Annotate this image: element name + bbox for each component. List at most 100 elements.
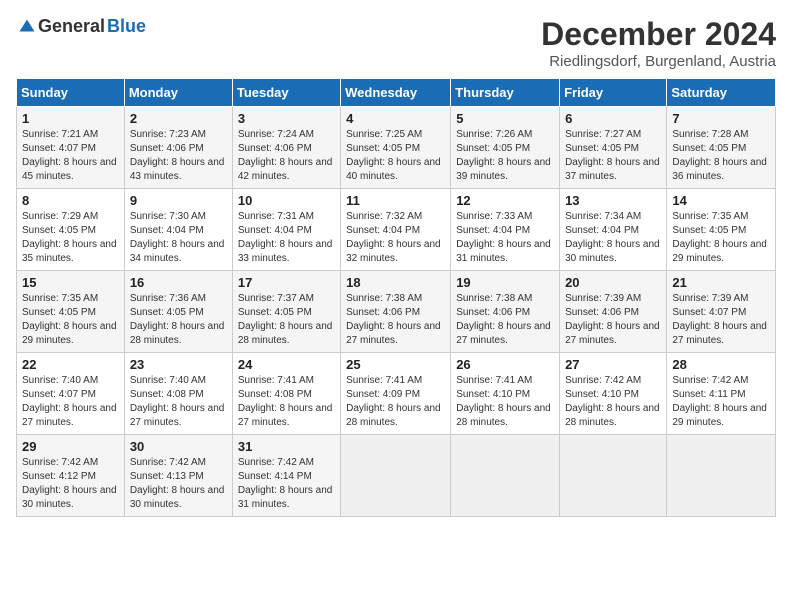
day-info: Sunrise: 7:28 AM Sunset: 4:05 PM Dayligh… bbox=[672, 128, 770, 184]
calendar-day-cell: 23 Sunrise: 7:40 AM Sunset: 4:08 PM Dayl… bbox=[124, 353, 232, 435]
day-info: Sunrise: 7:34 AM Sunset: 4:04 PM Dayligh… bbox=[565, 210, 661, 266]
logo: General Blue bbox=[16, 16, 146, 37]
calendar-day-cell: 6 Sunrise: 7:27 AM Sunset: 4:05 PM Dayli… bbox=[560, 107, 667, 189]
day-number: 16 bbox=[130, 275, 227, 290]
day-number: 21 bbox=[672, 275, 770, 290]
day-number: 12 bbox=[456, 193, 554, 208]
calendar-day-cell: 17 Sunrise: 7:37 AM Sunset: 4:05 PM Dayl… bbox=[232, 271, 340, 353]
day-info: Sunrise: 7:42 AM Sunset: 4:10 PM Dayligh… bbox=[565, 374, 661, 430]
day-number: 26 bbox=[456, 357, 554, 372]
location-title: Riedlingsdorf, Burgenland, Austria bbox=[541, 53, 776, 70]
calendar-day-cell: 12 Sunrise: 7:33 AM Sunset: 4:04 PM Dayl… bbox=[451, 189, 560, 271]
day-of-week-header: Tuesday bbox=[232, 79, 340, 107]
day-number: 3 bbox=[238, 111, 335, 126]
day-info: Sunrise: 7:30 AM Sunset: 4:04 PM Dayligh… bbox=[130, 210, 227, 266]
day-info: Sunrise: 7:42 AM Sunset: 4:11 PM Dayligh… bbox=[672, 374, 770, 430]
day-info: Sunrise: 7:21 AM Sunset: 4:07 PM Dayligh… bbox=[22, 128, 119, 184]
day-number: 17 bbox=[238, 275, 335, 290]
day-info: Sunrise: 7:39 AM Sunset: 4:07 PM Dayligh… bbox=[672, 292, 770, 348]
calendar-body: 1 Sunrise: 7:21 AM Sunset: 4:07 PM Dayli… bbox=[17, 107, 776, 517]
day-info: Sunrise: 7:42 AM Sunset: 4:13 PM Dayligh… bbox=[130, 456, 227, 512]
day-info: Sunrise: 7:25 AM Sunset: 4:05 PM Dayligh… bbox=[346, 128, 445, 184]
calendar-week-row: 15 Sunrise: 7:35 AM Sunset: 4:05 PM Dayl… bbox=[17, 271, 776, 353]
day-info: Sunrise: 7:35 AM Sunset: 4:05 PM Dayligh… bbox=[22, 292, 119, 348]
day-number: 14 bbox=[672, 193, 770, 208]
day-number: 31 bbox=[238, 439, 335, 454]
calendar-day-cell: 19 Sunrise: 7:38 AM Sunset: 4:06 PM Dayl… bbox=[451, 271, 560, 353]
calendar-day-cell: 7 Sunrise: 7:28 AM Sunset: 4:05 PM Dayli… bbox=[667, 107, 776, 189]
calendar-day-cell bbox=[451, 435, 560, 517]
day-number: 25 bbox=[346, 357, 445, 372]
day-number: 11 bbox=[346, 193, 445, 208]
calendar-day-cell: 18 Sunrise: 7:38 AM Sunset: 4:06 PM Dayl… bbox=[341, 271, 451, 353]
day-info: Sunrise: 7:32 AM Sunset: 4:04 PM Dayligh… bbox=[346, 210, 445, 266]
day-number: 8 bbox=[22, 193, 119, 208]
day-info: Sunrise: 7:38 AM Sunset: 4:06 PM Dayligh… bbox=[346, 292, 445, 348]
day-of-week-header: Thursday bbox=[451, 79, 560, 107]
calendar-day-cell bbox=[667, 435, 776, 517]
day-info: Sunrise: 7:27 AM Sunset: 4:05 PM Dayligh… bbox=[565, 128, 661, 184]
day-of-week-header: Wednesday bbox=[341, 79, 451, 107]
day-number: 10 bbox=[238, 193, 335, 208]
day-number: 20 bbox=[565, 275, 661, 290]
day-number: 13 bbox=[565, 193, 661, 208]
day-of-week-header: Friday bbox=[560, 79, 667, 107]
day-info: Sunrise: 7:38 AM Sunset: 4:06 PM Dayligh… bbox=[456, 292, 554, 348]
calendar-day-cell: 13 Sunrise: 7:34 AM Sunset: 4:04 PM Dayl… bbox=[560, 189, 667, 271]
title-block: December 2024 Riedlingsdorf, Burgenland,… bbox=[541, 16, 776, 70]
day-info: Sunrise: 7:35 AM Sunset: 4:05 PM Dayligh… bbox=[672, 210, 770, 266]
calendar-day-cell: 10 Sunrise: 7:31 AM Sunset: 4:04 PM Dayl… bbox=[232, 189, 340, 271]
calendar-header-row: SundayMondayTuesdayWednesdayThursdayFrid… bbox=[17, 79, 776, 107]
day-number: 7 bbox=[672, 111, 770, 126]
day-info: Sunrise: 7:24 AM Sunset: 4:06 PM Dayligh… bbox=[238, 128, 335, 184]
day-info: Sunrise: 7:40 AM Sunset: 4:07 PM Dayligh… bbox=[22, 374, 119, 430]
day-number: 28 bbox=[672, 357, 770, 372]
calendar-day-cell bbox=[560, 435, 667, 517]
calendar-day-cell bbox=[341, 435, 451, 517]
day-number: 23 bbox=[130, 357, 227, 372]
day-number: 5 bbox=[456, 111, 554, 126]
calendar-day-cell: 16 Sunrise: 7:36 AM Sunset: 4:05 PM Dayl… bbox=[124, 271, 232, 353]
calendar-day-cell: 30 Sunrise: 7:42 AM Sunset: 4:13 PM Dayl… bbox=[124, 435, 232, 517]
month-title: December 2024 bbox=[541, 16, 776, 53]
day-of-week-header: Monday bbox=[124, 79, 232, 107]
day-info: Sunrise: 7:37 AM Sunset: 4:05 PM Dayligh… bbox=[238, 292, 335, 348]
calendar-week-row: 1 Sunrise: 7:21 AM Sunset: 4:07 PM Dayli… bbox=[17, 107, 776, 189]
calendar-week-row: 29 Sunrise: 7:42 AM Sunset: 4:12 PM Dayl… bbox=[17, 435, 776, 517]
logo-blue: Blue bbox=[107, 16, 146, 37]
calendar-day-cell: 26 Sunrise: 7:41 AM Sunset: 4:10 PM Dayl… bbox=[451, 353, 560, 435]
calendar-day-cell: 31 Sunrise: 7:42 AM Sunset: 4:14 PM Dayl… bbox=[232, 435, 340, 517]
logo-general: General bbox=[38, 16, 105, 37]
day-number: 18 bbox=[346, 275, 445, 290]
calendar-day-cell: 24 Sunrise: 7:41 AM Sunset: 4:08 PM Dayl… bbox=[232, 353, 340, 435]
calendar-day-cell: 2 Sunrise: 7:23 AM Sunset: 4:06 PM Dayli… bbox=[124, 107, 232, 189]
day-info: Sunrise: 7:42 AM Sunset: 4:12 PM Dayligh… bbox=[22, 456, 119, 512]
day-info: Sunrise: 7:36 AM Sunset: 4:05 PM Dayligh… bbox=[130, 292, 227, 348]
day-of-week-header: Saturday bbox=[667, 79, 776, 107]
day-info: Sunrise: 7:26 AM Sunset: 4:05 PM Dayligh… bbox=[456, 128, 554, 184]
day-number: 6 bbox=[565, 111, 661, 126]
day-number: 9 bbox=[130, 193, 227, 208]
calendar-day-cell: 11 Sunrise: 7:32 AM Sunset: 4:04 PM Dayl… bbox=[341, 189, 451, 271]
day-info: Sunrise: 7:31 AM Sunset: 4:04 PM Dayligh… bbox=[238, 210, 335, 266]
day-info: Sunrise: 7:39 AM Sunset: 4:06 PM Dayligh… bbox=[565, 292, 661, 348]
day-number: 4 bbox=[346, 111, 445, 126]
day-info: Sunrise: 7:23 AM Sunset: 4:06 PM Dayligh… bbox=[130, 128, 227, 184]
day-info: Sunrise: 7:40 AM Sunset: 4:08 PM Dayligh… bbox=[130, 374, 227, 430]
day-info: Sunrise: 7:29 AM Sunset: 4:05 PM Dayligh… bbox=[22, 210, 119, 266]
logo-icon bbox=[18, 18, 36, 36]
calendar-day-cell: 27 Sunrise: 7:42 AM Sunset: 4:10 PM Dayl… bbox=[560, 353, 667, 435]
calendar-table: SundayMondayTuesdayWednesdayThursdayFrid… bbox=[16, 78, 776, 517]
calendar-day-cell: 4 Sunrise: 7:25 AM Sunset: 4:05 PM Dayli… bbox=[341, 107, 451, 189]
day-of-week-header: Sunday bbox=[17, 79, 125, 107]
calendar-week-row: 8 Sunrise: 7:29 AM Sunset: 4:05 PM Dayli… bbox=[17, 189, 776, 271]
day-number: 27 bbox=[565, 357, 661, 372]
day-info: Sunrise: 7:41 AM Sunset: 4:10 PM Dayligh… bbox=[456, 374, 554, 430]
calendar-day-cell: 14 Sunrise: 7:35 AM Sunset: 4:05 PM Dayl… bbox=[667, 189, 776, 271]
calendar-week-row: 22 Sunrise: 7:40 AM Sunset: 4:07 PM Dayl… bbox=[17, 353, 776, 435]
calendar-day-cell: 3 Sunrise: 7:24 AM Sunset: 4:06 PM Dayli… bbox=[232, 107, 340, 189]
day-number: 15 bbox=[22, 275, 119, 290]
calendar-day-cell: 15 Sunrise: 7:35 AM Sunset: 4:05 PM Dayl… bbox=[17, 271, 125, 353]
calendar-day-cell: 1 Sunrise: 7:21 AM Sunset: 4:07 PM Dayli… bbox=[17, 107, 125, 189]
day-info: Sunrise: 7:33 AM Sunset: 4:04 PM Dayligh… bbox=[456, 210, 554, 266]
